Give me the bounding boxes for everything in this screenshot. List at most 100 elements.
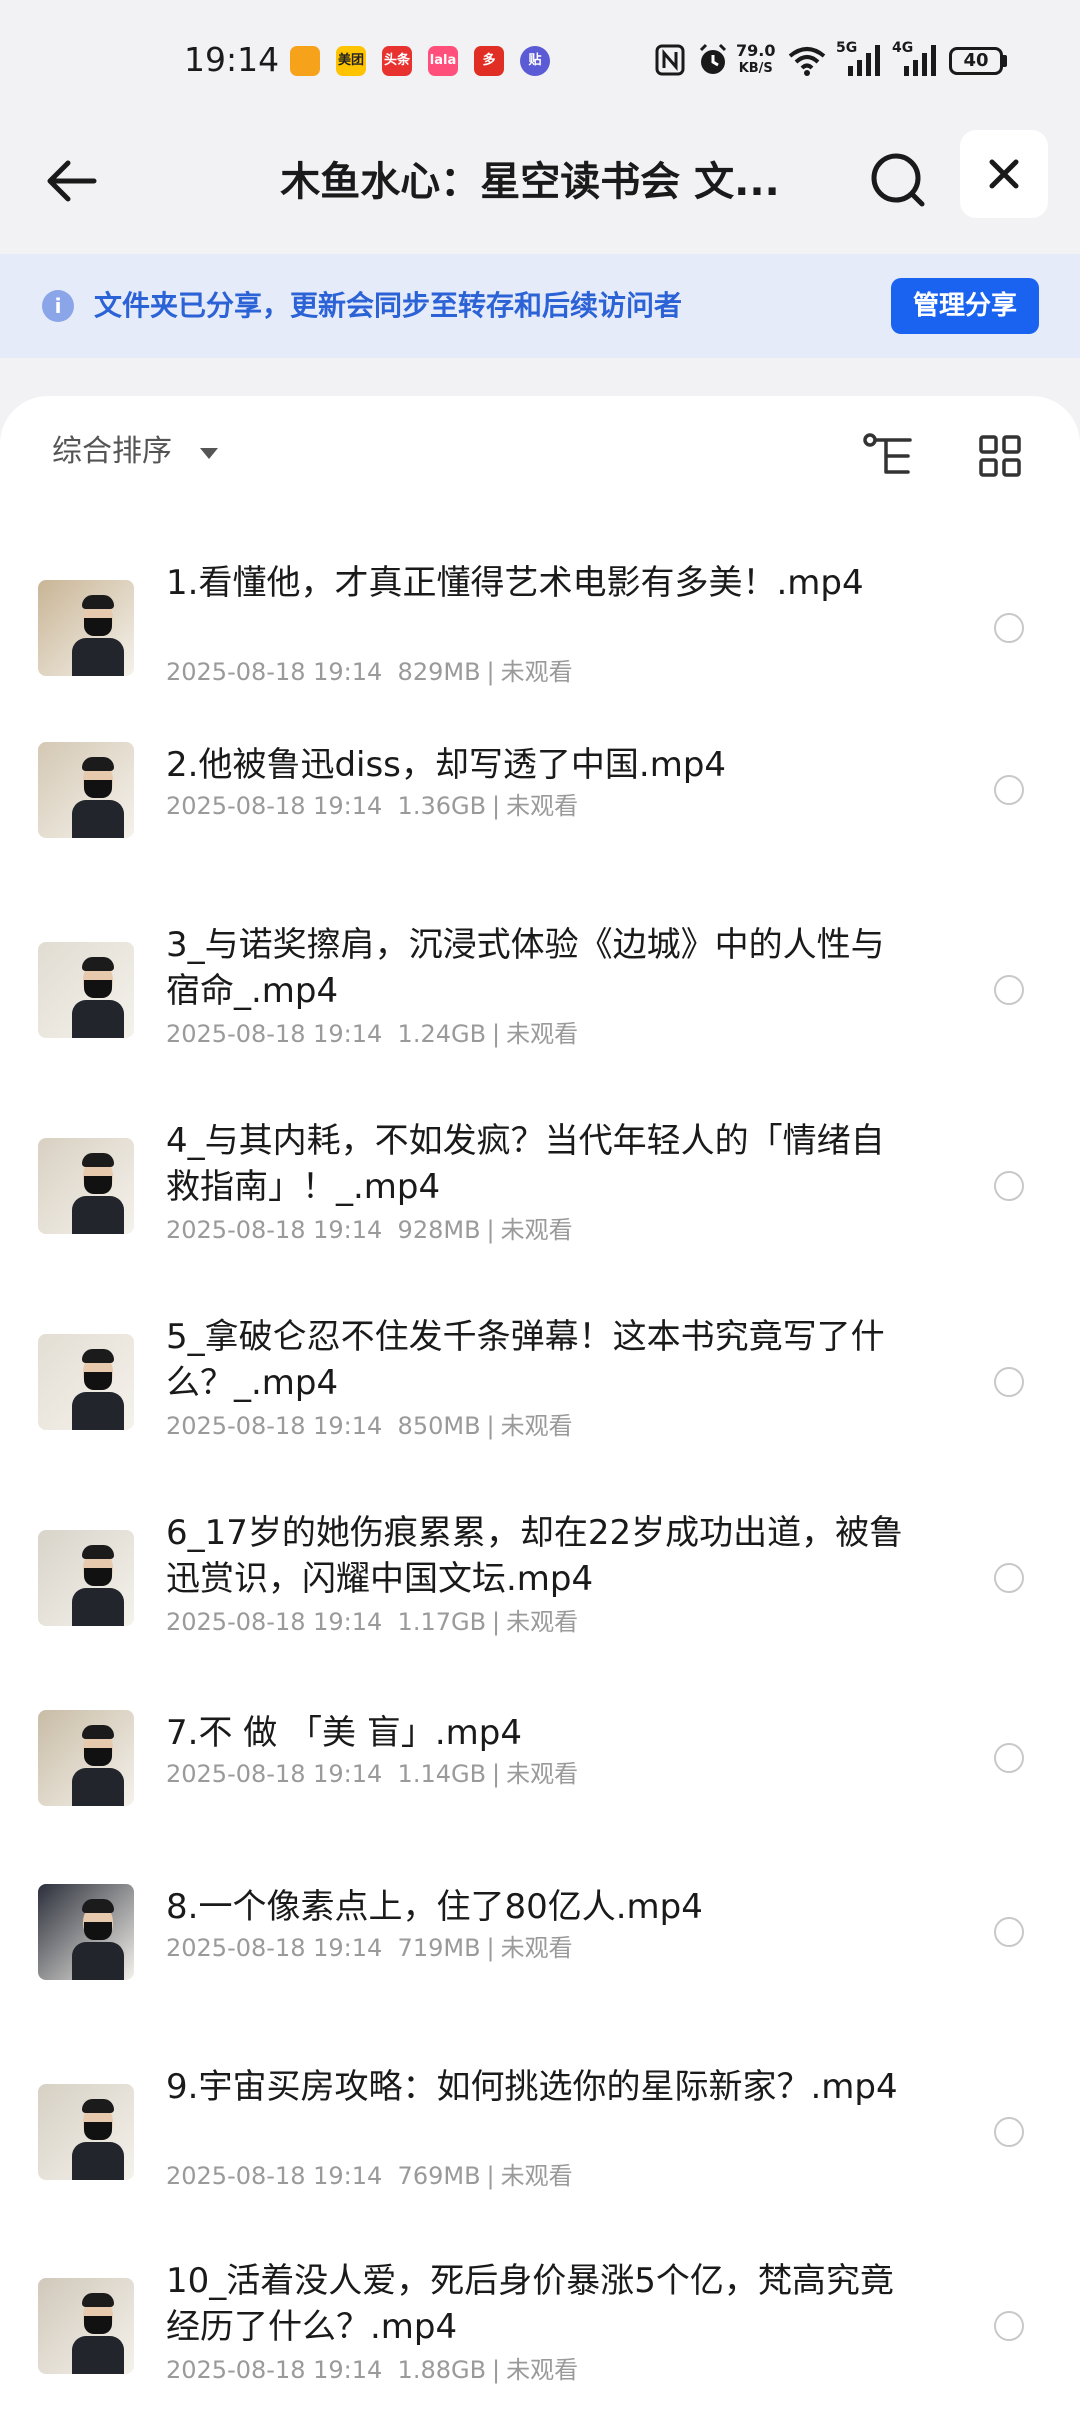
select-radio[interactable] [994,975,1024,1005]
wifi-icon [788,47,826,76]
file-size: 850MB [397,1412,481,1440]
file-row[interactable]: 7.不 做 「美 盲」.mp4 2025-08-18 19:14 1.14GB | 未… [0,1710,1080,1890]
select-radio[interactable] [994,1917,1024,1947]
file-name: 1.看懂他，才真正懂得艺术电影有多美！.mp4 [166,563,864,603]
file-date: 2025-08-18 19:14 [166,792,383,820]
file-size: 928MB [397,1216,481,1244]
file-size: 1.36GB [397,792,487,820]
file-date: 2025-08-18 19:14 [166,1412,383,1440]
file-name: 6_17岁的她伤痕累累，却在22岁成功出道，被鲁迅赏识，闪耀中国文坛.mp4 [166,1513,904,1599]
file-size: 1.14GB [397,1760,487,1788]
file-name: 2.他被鲁迅diss，却写透了中国.mp4 [166,745,727,785]
file-row[interactable]: 1.看懂他，才真正懂得艺术电影有多美！.mp4 2025-08-18 19:14 … [0,560,1080,740]
meta-separator: | [492,1760,501,1788]
select-radio[interactable] [994,1563,1024,1593]
watch-status: 未观看 [500,1934,573,1962]
share-notice-text: 文件夹已分享，更新会同步至转存和后续访问者 [94,289,683,322]
page-title: 木鱼水心：星空读书会 文... [280,159,780,205]
video-thumbnail [38,580,134,676]
file-name: 10_活着没人爱，死后身价暴涨5个亿，梵高究竟经历了什么？.mp4 [166,2261,894,2347]
select-radio[interactable] [994,1367,1024,1397]
watch-status: 未观看 [500,2162,573,2190]
select-radio[interactable] [994,775,1024,805]
manage-share-button[interactable]: 管理分享 [891,278,1039,334]
video-thumbnail [38,1334,134,1430]
meta-separator: | [492,792,501,820]
file-date: 2025-08-18 19:14 [166,2162,383,2190]
video-thumbnail [38,942,134,1038]
file-date: 2025-08-18 19:14 [166,1216,383,1244]
file-row[interactable]: 6_17岁的她伤痕累累，却在22岁成功出道，被鲁迅赏识，闪耀中国文坛.mp4 20… [0,1510,1080,1690]
meituan-icon: 美团 [336,46,366,76]
file-name: 7.不 做 「美 盲」.mp4 [166,1713,523,1753]
meta-separator: | [486,1216,495,1244]
file-size: 1.17GB [397,1608,487,1636]
xiaohongshu-lala-icon: lala [428,46,458,76]
file-date: 2025-08-18 19:14 [166,1760,383,1788]
watch-status: 未观看 [506,792,579,820]
file-meta: 2025-08-18 19:14 829MB | 未观看 [166,656,573,688]
file-meta: 2025-08-18 19:14 928MB | 未观看 [166,1214,573,1246]
file-list-panel: 综合排序 1.看懂他，才真正懂得艺术电影有多美！.mp4 2025-08-18 1… [0,396,1080,2412]
video-thumbnail [38,2278,134,2374]
signal-5g-icon: 5G [836,40,884,80]
tree-view-icon[interactable] [862,432,916,480]
file-size: 829MB [397,658,481,686]
file-name: 8.一个像素点上，住了80亿人.mp4 [166,1887,703,1927]
file-row[interactable]: 9.宇宙买房攻略：如何挑选你的星际新家？.mp4 2025-08-18 19:14… [0,2064,1080,2244]
watch-status: 未观看 [500,1216,573,1244]
file-name: 9.宇宙买房攻略：如何挑选你的星际新家？.mp4 [166,2067,898,2107]
file-row[interactable]: 10_活着没人爱，死后身价暴涨5个亿，梵高究竟经历了什么？.mp4 2025-08… [0,2258,1080,2412]
file-meta: 2025-08-18 19:14 1.88GB | 未观看 [166,2354,578,2386]
file-row[interactable]: 8.一个像素点上，住了80亿人.mp4 2025-08-18 19:14 719M… [0,1884,1080,2064]
grid-view-icon[interactable] [978,434,1022,478]
close-icon [989,159,1019,189]
file-meta: 2025-08-18 19:14 769MB | 未观看 [166,2160,573,2192]
meta-separator: | [486,1934,495,1962]
video-thumbnail [38,1138,134,1234]
meta-separator: | [492,2356,501,2384]
sort-dropdown[interactable]: 综合排序 [52,432,172,472]
file-date: 2025-08-18 19:14 [166,2356,383,2384]
select-radio[interactable] [994,2117,1024,2147]
watch-status: 未观看 [506,1760,579,1788]
back-arrow-icon[interactable] [36,146,106,216]
caret-down-icon[interactable] [200,448,218,459]
meta-separator: | [486,658,495,686]
net-speed-unit: KB/S [738,61,773,76]
file-date: 2025-08-18 19:14 [166,1020,383,1048]
video-thumbnail [38,1710,134,1806]
pinduoduo-icon: 多 [474,46,504,76]
info-icon: i [42,290,74,322]
close-button[interactable] [960,130,1048,218]
sort-toolbar: 综合排序 [0,396,1080,516]
nfc-icon [655,44,685,76]
video-thumbnail [38,1530,134,1626]
signal-4g-icon: 4G [892,40,940,80]
video-thumbnail [38,1884,134,1980]
file-size: 769MB [397,2162,481,2190]
file-size: 1.88GB [397,2356,487,2384]
select-radio[interactable] [994,1171,1024,1201]
watch-status: 未观看 [506,1020,579,1048]
file-row[interactable]: 3_与诺奖擦肩，沉浸式体验《边城》中的人性与宿命_.mp4 2025-08-18 … [0,922,1080,1102]
file-name: 3_与诺奖擦肩，沉浸式体验《边城》中的人性与宿命_.mp4 [166,925,885,1011]
select-radio[interactable] [994,613,1024,643]
select-radio[interactable] [994,1743,1024,1773]
file-meta: 2025-08-18 19:14 719MB | 未观看 [166,1932,573,1964]
file-meta: 2025-08-18 19:14 1.17GB | 未观看 [166,1606,578,1638]
file-meta: 2025-08-18 19:14 1.36GB | 未观看 [166,790,578,822]
alarm-icon [699,43,727,74]
file-row[interactable]: 2.他被鲁迅diss，却写透了中国.mp4 2025-08-18 19:14 1.… [0,742,1080,922]
search-icon[interactable] [860,142,936,218]
watch-status: 未观看 [506,1608,579,1636]
watch-status: 未观看 [500,658,573,686]
status-time: 19:14 [184,40,280,79]
file-row[interactable]: 5_拿破仑忍不住发千条弹幕！这本书究竟写了什么？_.mp4 2025-08-18 … [0,1314,1080,1494]
meta-separator: | [486,2162,495,2190]
select-radio[interactable] [994,2311,1024,2341]
meta-separator: | [486,1412,495,1440]
file-row[interactable]: 4_与其内耗，不如发疯？当代年轻人的「情绪自救指南」！_.mp4 2025-08-… [0,1118,1080,1298]
file-name: 5_拿破仑忍不住发千条弹幕！这本书究竟写了什么？_.mp4 [166,1317,885,1403]
meta-separator: | [492,1608,501,1636]
